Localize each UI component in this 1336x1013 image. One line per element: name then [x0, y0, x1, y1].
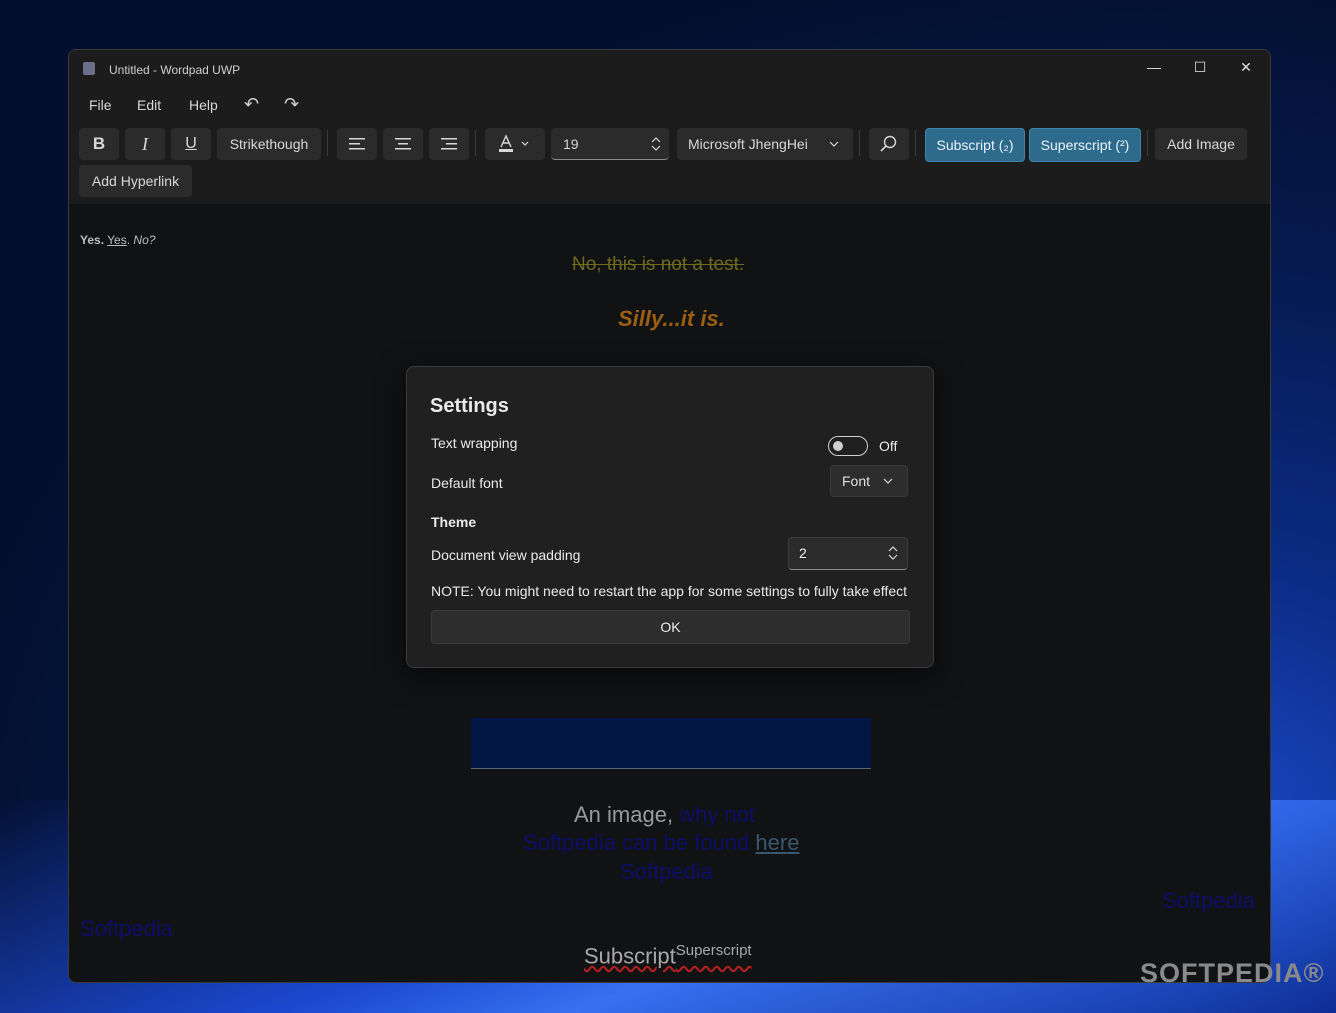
align-left-button[interactable] [337, 128, 377, 160]
align-right-icon [441, 138, 457, 150]
add-image-button[interactable]: Add Image [1155, 128, 1247, 160]
why-not-link[interactable]: why not [673, 802, 755, 827]
menu-help[interactable]: Help [189, 97, 218, 113]
undo-icon[interactable]: ↶ [244, 94, 259, 115]
subscript-button[interactable]: Subscript (₂) [925, 128, 1025, 162]
superscript-word: Superscript [675, 942, 752, 959]
softpedia-left-text: Softpedia [80, 916, 173, 941]
toolbar-separator [915, 130, 916, 156]
settings-dialog: Settings Text wrapping Off Default font … [406, 366, 934, 668]
text-wrapping-state: Off [879, 438, 898, 454]
spin-icon[interactable] [888, 546, 898, 560]
sub-super-line: SubscriptSuperscript [584, 942, 752, 969]
default-font-dropdown[interactable]: Font [830, 465, 908, 497]
title-bar[interactable]: Untitled - Wordpad UWP — ☐ ✕ [69, 50, 1270, 86]
theme-label: Theme [431, 514, 477, 530]
bold-button[interactable]: B [79, 128, 119, 160]
softpedia-right-text: Softpedia [1162, 888, 1255, 913]
ok-button[interactable]: OK [431, 610, 910, 644]
font-size-box[interactable]: 19 [551, 128, 669, 160]
font-size-value: 19 [563, 135, 579, 152]
font-color-icon [499, 134, 529, 152]
menu-bar: File Edit Help ↶ ↷ [69, 86, 1270, 122]
align-right-button[interactable] [429, 128, 469, 160]
italic-button[interactable]: I [125, 128, 165, 160]
search-icon [880, 135, 897, 152]
default-font-label: Default font [431, 475, 503, 491]
toolbar-separator [859, 130, 860, 156]
default-font-value: Font [842, 473, 871, 489]
softpedia-watermark: SOFTPEDIA® [1140, 958, 1325, 988]
softpedia-center-text: Softpedia [620, 859, 713, 884]
maximize-button[interactable]: ☐ [1177, 50, 1223, 84]
menu-file[interactable]: File [89, 97, 112, 113]
padding-value: 2 [799, 545, 807, 561]
here-link[interactable]: here [755, 830, 799, 855]
padding-number-box[interactable]: 2 [788, 537, 908, 570]
silly-line: Silly...it is. [618, 306, 725, 331]
text-wrapping-toggle[interactable] [828, 436, 868, 456]
subscript-word: Subscript [584, 943, 676, 969]
window-title: Untitled - Wordpad UWP [109, 63, 241, 77]
close-button[interactable]: ✕ [1223, 50, 1269, 84]
toggle-knob [833, 441, 843, 451]
app-icon [83, 62, 95, 75]
dialog-title: Settings [430, 395, 509, 417]
text-wrapping-label: Text wrapping [431, 435, 518, 451]
strikethrough-button[interactable]: Strikethough [217, 128, 321, 160]
restart-note: NOTE: You might need to restart the app … [431, 583, 907, 599]
doc-line-yes: Yes. Yes. No? [80, 233, 155, 247]
menu-edit[interactable]: Edit [137, 97, 161, 113]
bold-text: Yes. [80, 233, 105, 247]
spin-icon [651, 137, 661, 151]
chevron-down-icon [829, 141, 839, 147]
dot-text: . [126, 233, 131, 247]
underline-button[interactable]: U [171, 128, 211, 160]
font-color-button[interactable] [485, 128, 545, 160]
found-text: Softpedia can be found [523, 830, 756, 855]
caption-text: An image, [574, 802, 674, 827]
chevron-down-icon [883, 478, 893, 484]
image-caption: An image, why not [574, 802, 755, 828]
formatting-toolbar: B I U Strikethough 19 Microsoft JhengHei [69, 122, 1270, 204]
underline-text: Yes [107, 233, 127, 247]
search-button[interactable] [869, 128, 909, 160]
align-center-button[interactable] [383, 128, 423, 160]
strikethrough-line: No, this is not a test. [572, 254, 745, 275]
toolbar-separator [1147, 130, 1148, 156]
font-family-value: Microsoft JhengHei [688, 136, 808, 152]
padding-label: Document view padding [431, 547, 581, 563]
italic-text: No? [133, 233, 156, 247]
toolbar-separator [327, 130, 328, 156]
font-family-dropdown[interactable]: Microsoft JhengHei [677, 128, 853, 160]
align-center-icon [395, 138, 411, 150]
inserted-image [471, 718, 871, 769]
minimize-button[interactable]: — [1131, 50, 1177, 84]
toolbar-separator [475, 130, 476, 156]
align-left-icon [349, 138, 365, 150]
add-hyperlink-button[interactable]: Add Hyperlink [79, 165, 192, 197]
redo-icon[interactable]: ↷ [284, 94, 299, 115]
found-line: Softpedia can be found here [523, 830, 799, 856]
superscript-button[interactable]: Superscript (²) [1029, 128, 1141, 162]
